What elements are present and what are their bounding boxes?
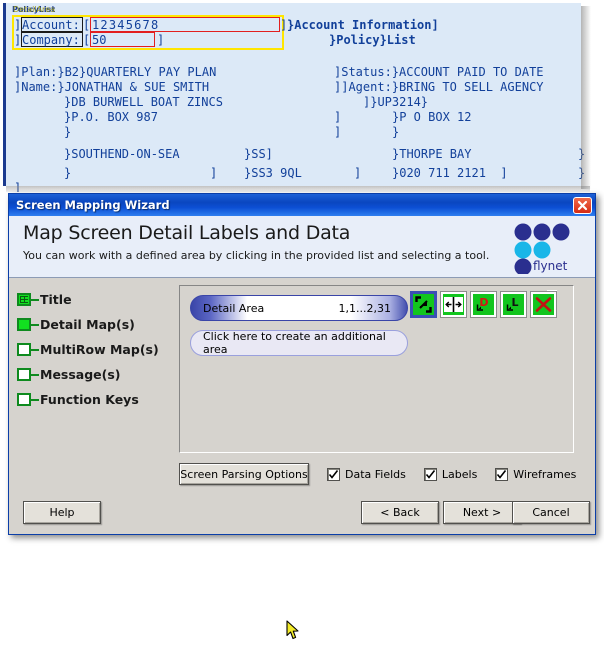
back-button[interactable]: < Back xyxy=(361,501,439,524)
checkbox-labels[interactable]: Labels xyxy=(423,467,478,481)
terminal-label-account: Account: xyxy=(22,18,80,32)
back-button-label: < Back xyxy=(380,506,420,519)
sidebar-item-label: Function Keys xyxy=(40,392,139,407)
area-tag-detailarea: DetailArea xyxy=(13,5,55,14)
terminal-line-5-right: ]]Agent:}BRING TO SELL AGENCY xyxy=(334,80,544,94)
parsing-options-row: Screen Parsing Options Data Fields Label… xyxy=(179,462,579,486)
stage-connector xyxy=(31,398,39,401)
terminal-line-6-right: ]}UP3214} xyxy=(363,95,429,109)
label-tool-button[interactable]: L xyxy=(500,291,527,318)
create-area-label: Click here to create an additional area xyxy=(203,330,386,356)
terminal-canvas[interactable]: PolicyList DetailArea ] Account: [ 12345… xyxy=(3,3,585,192)
dialog-footer: Help < Back Next > Cancel xyxy=(9,492,595,534)
flynet-logo-icon: flynet xyxy=(511,222,585,276)
stage-connector xyxy=(31,348,39,351)
area-list-panel: Detail Area 1,1...2,31 Click here to cre… xyxy=(179,285,574,453)
area-coordinates: 1,1...2,31 xyxy=(338,301,391,315)
terminal-line-9-left: }SOUTHEND-ON-SEA xyxy=(64,147,180,161)
next-button-label: Next > xyxy=(462,506,502,519)
create-additional-area-button[interactable]: Click here to create an additional area xyxy=(190,330,408,356)
sidebar-item-multirow-maps[interactable]: MultiRow Map(s) xyxy=(17,337,167,362)
message-map-icon xyxy=(17,368,31,381)
cancel-button[interactable]: Cancel xyxy=(512,501,590,524)
stage-connector xyxy=(31,298,39,301)
help-button-label: Help xyxy=(49,506,75,519)
sidebar-item-label: MultiRow Map(s) xyxy=(40,342,159,357)
terminal-line-9-right: }THORPE BAY xyxy=(392,147,472,161)
terminal-line-9-mid: }SS] xyxy=(244,147,273,161)
terminal-shadow-bottom xyxy=(6,186,590,192)
terminal-line-10-mid: }SS3 9QL xyxy=(244,166,302,180)
terminal-line-7-mid: ] xyxy=(334,110,342,124)
checkbox-box[interactable] xyxy=(327,467,340,481)
svg-text:L: L xyxy=(511,296,518,309)
terminal-line-4-left: ]Plan:}B2}QUARTERLY PAY PLAN xyxy=(14,65,217,79)
dialog-title: Screen Mapping Wizard xyxy=(16,198,170,212)
area-list-item-detail-area[interactable]: Detail Area 1,1...2,31 xyxy=(190,295,408,321)
resize-area-tool-button[interactable] xyxy=(440,291,467,318)
checkbox-label: Wireframes xyxy=(513,467,577,481)
close-icon[interactable] xyxy=(573,196,592,214)
mouse-cursor-icon xyxy=(286,620,300,640)
area-name: Detail Area xyxy=(203,301,265,315)
terminal-line-4-right: ]Status:}ACCOUNT PAID TO DATE xyxy=(334,65,544,79)
screen-parsing-options-label: Screen Parsing Options xyxy=(180,467,308,481)
checkbox-box[interactable] xyxy=(495,467,509,481)
page-subtitle: You can work with a defined area by clic… xyxy=(23,249,490,262)
terminal-line-10-c: ] xyxy=(354,166,362,180)
terminal-line-8-mid: ] xyxy=(334,125,342,139)
multirow-map-icon xyxy=(17,343,31,356)
terminal-line-7-right: }P O BOX 12 xyxy=(392,110,472,124)
checkbox-box[interactable] xyxy=(423,467,437,481)
data-field-tool-button[interactable]: D xyxy=(470,291,497,318)
terminal-line-1-right: }Account Information] xyxy=(287,18,439,32)
title-map-icon xyxy=(17,293,31,306)
dialog-body: Title Detail Map(s) MultiRow Map(s) Mess… xyxy=(9,279,595,640)
delete-tool-button[interactable] xyxy=(530,291,557,318)
terminal-line-8-left: } xyxy=(64,125,72,139)
terminal-value-account: 12345678 xyxy=(92,18,160,32)
sidebar-item-label: Title xyxy=(40,292,72,307)
stage-connector xyxy=(31,323,39,326)
terminal-line-10-left: } xyxy=(64,166,72,180)
function-keys-icon xyxy=(17,393,31,406)
terminal-line-6-left: }DB BURWELL BOAT ZINCS xyxy=(64,95,223,109)
host-terminal-screen[interactable]: PolicyList DetailArea ] Account: [ 12345… xyxy=(0,0,604,192)
checkbox-data-fields[interactable]: Data Fields xyxy=(327,467,406,481)
dialog-header: Map Screen Detail Labels and Data You ca… xyxy=(9,216,595,278)
sidebar-item-messages[interactable]: Message(s) xyxy=(17,362,167,387)
sidebar-item-detail-maps[interactable]: Detail Map(s) xyxy=(17,312,167,337)
page-title: Map Screen Detail Labels and Data xyxy=(23,222,351,244)
sidebar-item-label: Detail Map(s) xyxy=(40,317,135,332)
terminal-line-10-right: }020 711 2121 ] xyxy=(392,166,508,180)
terminal-line-8-right: } xyxy=(392,125,400,139)
screen-mapping-wizard-dialog[interactable]: Screen Mapping Wizard Map Screen Detail … xyxy=(8,193,596,640)
select-area-tool-button[interactable] xyxy=(410,291,437,318)
checkbox-label: Labels xyxy=(441,467,478,481)
cancel-button-label: Cancel xyxy=(532,506,570,519)
terminal-shadow-right xyxy=(581,6,591,189)
next-button[interactable]: Next > xyxy=(443,501,521,524)
sidebar-item-title[interactable]: Title xyxy=(17,287,167,312)
area-tools-toolbar: D L xyxy=(410,291,557,318)
flynet-wordmark: flynet xyxy=(533,259,568,273)
terminal-line-2-bracket-close: ] xyxy=(157,33,165,47)
screen-parsing-options-button[interactable]: Screen Parsing Options xyxy=(179,463,309,485)
terminal-label-company: Company: xyxy=(22,33,80,47)
terminal-line-10-b: ] xyxy=(210,166,218,180)
detail-map-icon xyxy=(17,318,31,331)
help-button[interactable]: Help xyxy=(23,501,101,524)
terminal-value-company: 50 xyxy=(92,33,107,47)
dialog-titlebar[interactable]: Screen Mapping Wizard xyxy=(9,194,595,216)
wizard-stage-list: Title Detail Map(s) MultiRow Map(s) Mess… xyxy=(17,287,167,412)
terminal-line-7-left: }P.O. BOX 987 xyxy=(64,110,158,124)
terminal-line-5-left: ]Name:}JONATHAN & SUE SMITH xyxy=(14,80,210,94)
terminal-line-2-right: }Policy}List xyxy=(329,33,416,47)
sidebar-item-label: Message(s) xyxy=(40,367,121,382)
checkbox-wireframes[interactable]: Wireframes xyxy=(495,467,577,481)
stage-connector xyxy=(31,373,39,376)
checkbox-label: Data Fields xyxy=(345,467,406,481)
sidebar-item-function-keys[interactable]: Function Keys xyxy=(17,387,167,412)
